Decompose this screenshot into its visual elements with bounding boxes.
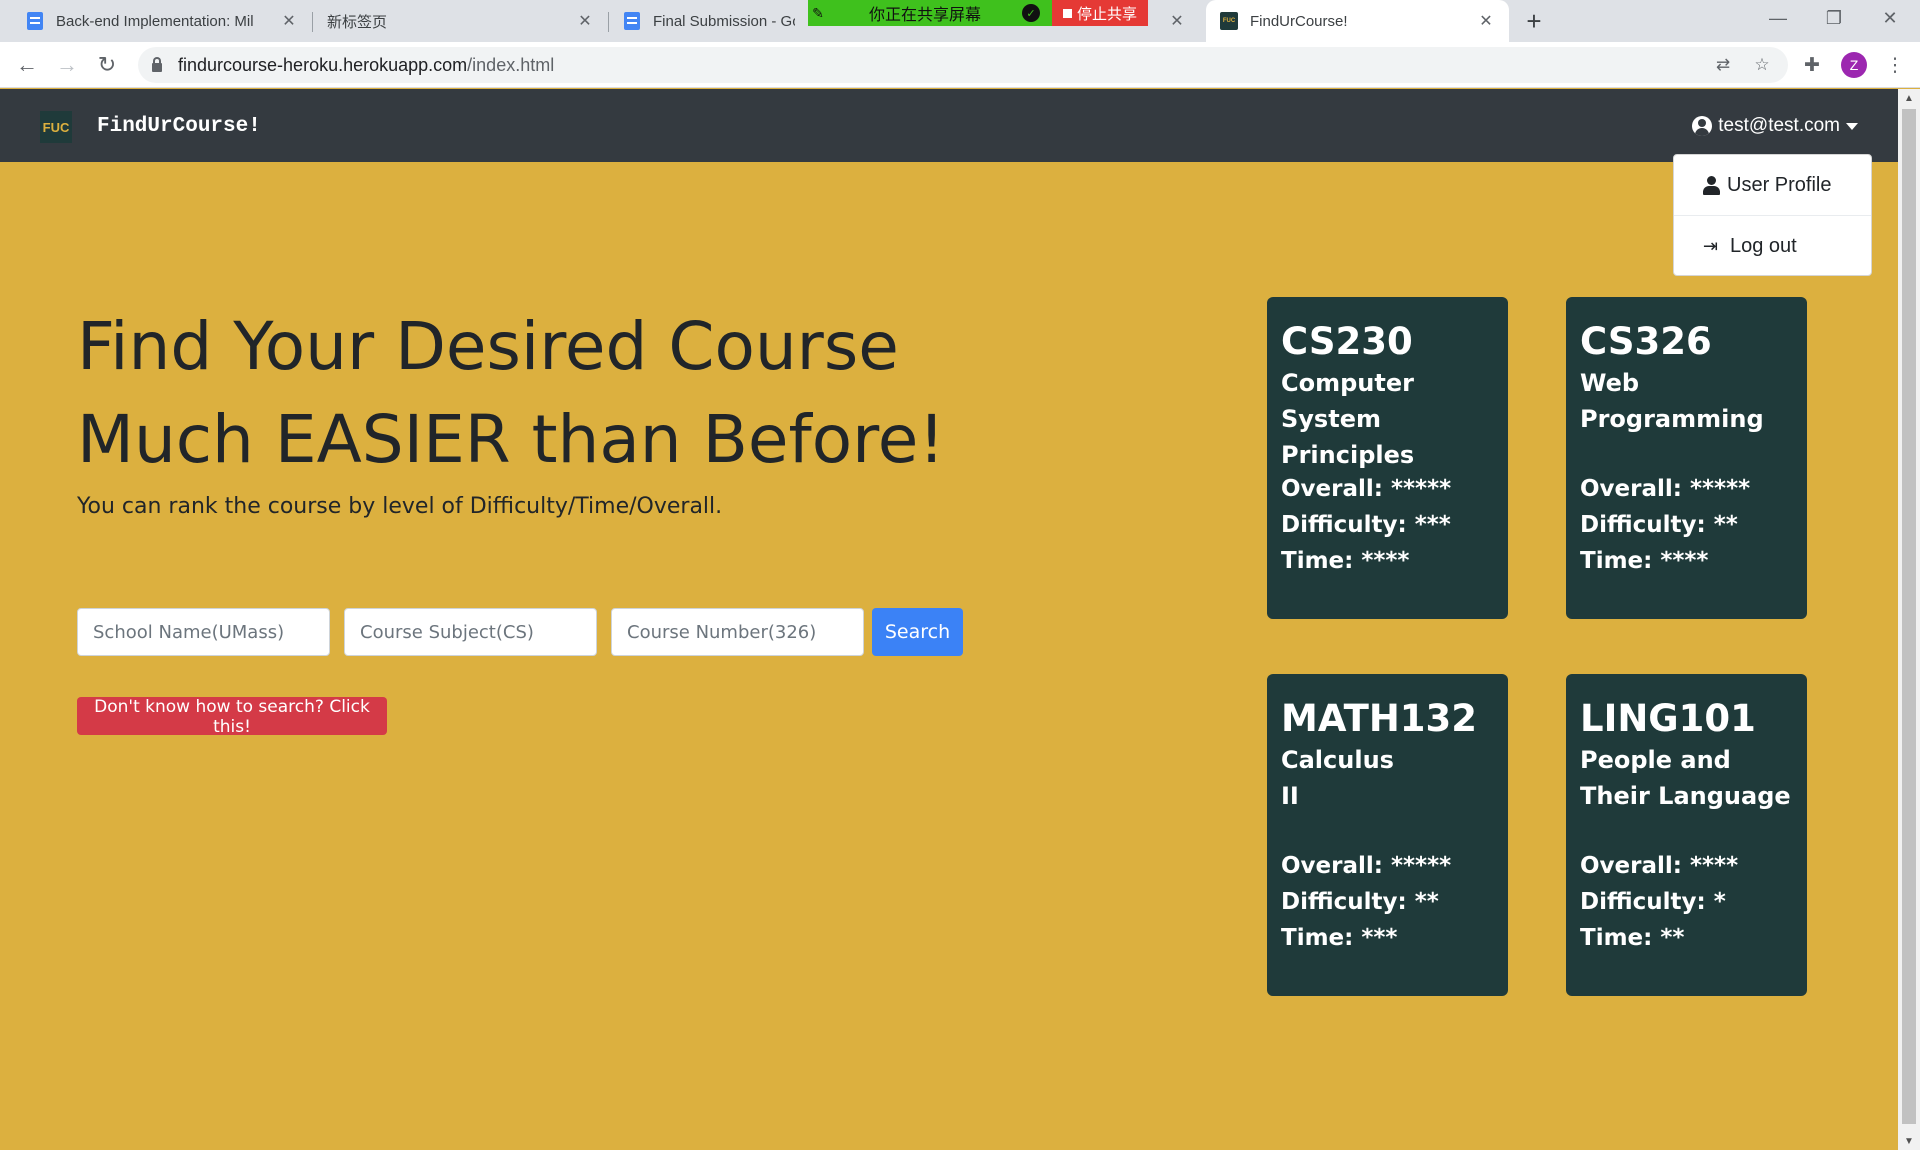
lock-icon [152,57,162,72]
course-subject-input[interactable] [344,608,597,656]
log-out-menu-item[interactable]: ⇥ Log out [1674,216,1871,276]
stop-icon [1062,8,1072,18]
menu-item-label: User Profile [1727,173,1832,196]
menu-item-label: Log out [1730,234,1797,257]
docs-icon [26,12,44,30]
search-button[interactable]: Search [872,608,963,656]
tab-new-tab[interactable]: 新标签页 ✕ [313,0,608,42]
course-card-cs230[interactable]: CS230 Computer System Principles Overall… [1267,297,1508,619]
tab-title: FindUrCourse! [1250,12,1348,30]
course-name: Calculus II [1281,746,1394,810]
scroll-up-icon[interactable]: ▲ [1898,89,1920,107]
scroll-down-icon[interactable]: ▼ [1898,1132,1920,1150]
site-navbar: FUC FindUrCourse! test@test.com [0,89,1898,162]
course-ratings: Overall: **** Difficulty: * Time: ** [1580,853,1739,951]
page-scrollbar[interactable]: ▲ ▼ [1898,89,1920,1150]
docs-icon [623,12,641,30]
close-tab-icon[interactable]: ✕ [576,12,594,30]
url-path: /index.html [467,54,555,75]
course-ratings: Overall: ***** Difficulty: ** Time: *** [1281,853,1452,951]
tab-hidden[interactable]: ✕ [1148,0,1188,42]
course-ratings: Overall: ***** Difficulty: *** Time: ***… [1281,476,1452,574]
browser-menu-icon[interactable]: ⋮ [1880,50,1910,80]
new-tab-button[interactable]: + [1519,6,1549,36]
course-name: People and Their Language [1580,746,1791,810]
user-circle-icon [1692,116,1713,136]
user-dropdown-menu: User Profile ⇥ Log out [1673,154,1872,276]
profile-initial: Z [1841,52,1867,78]
tab-title: 新标签页 [327,13,388,31]
reload-icon[interactable]: ↻ [92,50,122,80]
tab-title: Back-end Implementation: Mil [56,12,254,30]
user-profile-menu-item[interactable]: User Profile [1674,155,1871,215]
course-card-ling101[interactable]: LING101 People and Their Language Overal… [1566,674,1807,996]
school-name-input[interactable] [77,608,330,656]
fuc-icon: FUC [1220,12,1238,30]
close-tab-icon[interactable]: ✕ [1168,12,1186,30]
course-name: Computer System Principles [1281,369,1415,469]
hero-subtitle: You can rank the course by level of Diff… [77,494,723,519]
tab-final-submission[interactable]: Final Submission - Goo [609,0,809,42]
user-email: test@test.com [1718,115,1840,136]
screen-share-bar: ✎ 你正在共享屏幕 ✓ [808,0,1052,26]
course-card-math132[interactable]: MATH132 Calculus II Overall: ***** Diffi… [1267,674,1508,996]
site-logo[interactable]: FUC [40,111,72,143]
extensions-icon[interactable]: ✚ [1797,50,1827,80]
forward-icon[interactable]: → [52,50,82,80]
user-icon [1703,175,1720,195]
course-card-cs326[interactable]: CS326 Web Programming Overall: ***** Dif… [1566,297,1807,619]
url-text: findurcourse-heroku.herokuapp.com/index.… [178,55,554,76]
share-status-text: 你正在共享屏幕 [868,5,981,24]
bookmark-star-icon[interactable]: ☆ [1751,54,1773,76]
url-host: findurcourse-heroku.herokuapp.com [178,54,468,75]
restore-icon[interactable]: ❐ [1806,0,1862,36]
minimize-icon[interactable]: — [1750,0,1806,36]
back-icon[interactable]: ← [12,50,42,80]
stop-sharing-button[interactable]: 停止共享 [1052,0,1148,26]
hero-title-line-2: Much EASIER than Before! [77,401,945,478]
course-ratings: Overall: ***** Difficulty: ** Time: **** [1580,476,1751,574]
search-help-button[interactable]: Don't know how to search? Click this! [77,697,387,737]
hero-title: Find Your Desired Course Much EASIER tha… [77,300,977,486]
close-tab-icon[interactable]: ✕ [280,12,298,30]
address-bar[interactable]: findurcourse-heroku.herokuapp.com/index.… [138,47,1788,83]
tab-findurcourse[interactable]: FUC FindUrCourse! ✕ [1206,0,1509,42]
browser-toolbar: ← → ↻ findurcourse-heroku.herokuapp.com/… [0,42,1920,88]
pen-icon: ✎ [812,4,824,21]
course-code: CS326 [1580,320,1712,363]
course-number-input[interactable] [611,608,864,656]
tab-back-end-implementation[interactable]: Back-end Implementation: Mil ✕ [12,0,312,42]
caret-down-icon [1846,122,1858,130]
shield-icon: ✓ [1022,4,1040,22]
tab-title: Final Submission - Goo [653,12,795,30]
profile-avatar[interactable]: Z [1839,50,1869,80]
stop-sharing-label: 停止共享 [1076,4,1137,23]
scrollbar-thumb[interactable] [1902,109,1916,1124]
course-code: MATH132 [1281,697,1478,740]
translate-icon[interactable]: ⇄ [1712,54,1734,76]
user-menu-toggle[interactable]: test@test.com [1692,115,1858,137]
site-brand[interactable]: FindUrCourse! [97,115,261,138]
sign-out-icon: ⇥ [1703,235,1719,256]
close-window-icon[interactable]: ✕ [1862,0,1918,36]
course-name: Web Programming [1580,369,1764,433]
close-tab-icon[interactable]: ✕ [1477,12,1495,30]
hero-title-line-1: Find Your Desired Course [77,308,899,385]
course-code: LING101 [1580,697,1756,740]
course-code: CS230 [1281,320,1413,363]
